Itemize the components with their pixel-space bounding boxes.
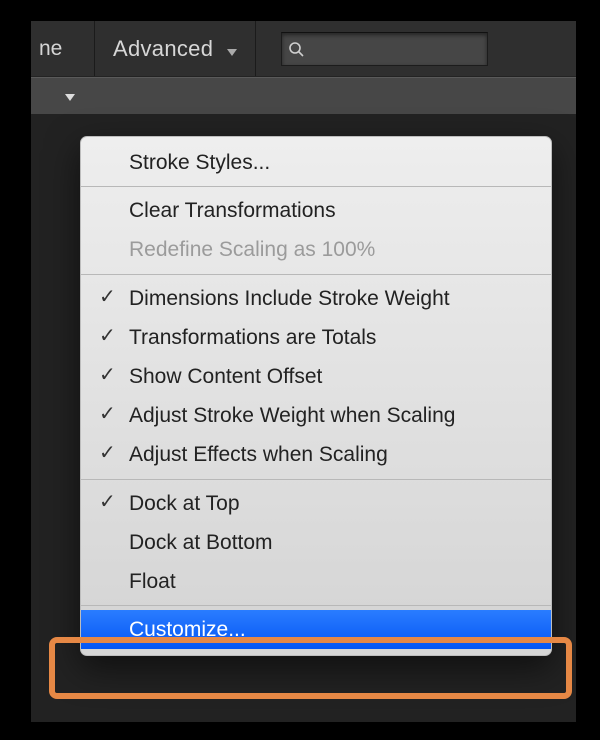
menu-item-label: Float xyxy=(129,570,176,593)
control-panel-flyout-menu: Stroke Styles... Clear Transformations Red… xyxy=(80,136,552,656)
check-icon: ✓ xyxy=(99,363,116,387)
chevron-down-icon xyxy=(31,88,75,105)
menu-item-label: Show Content Offset xyxy=(129,365,322,388)
menu-item-label: Clear Transformations xyxy=(129,199,336,222)
annotation-highlight-box xyxy=(49,637,572,699)
check-icon: ✓ xyxy=(99,490,116,514)
menu-item[interactable]: ✓ Dock at Top xyxy=(81,484,551,523)
menu-separator xyxy=(81,274,551,275)
menu-item: Redefine Scaling as 100% xyxy=(81,230,551,269)
menu-item[interactable]: Clear Transformations xyxy=(81,191,551,230)
workspace-label: Advanced xyxy=(113,36,213,62)
menu-item-label: Adjust Stroke Weight when Scaling xyxy=(129,404,455,427)
search-input[interactable] xyxy=(281,32,488,66)
topbar-divider xyxy=(255,21,256,76)
menu-item-label: Adjust Effects when Scaling xyxy=(129,443,388,466)
check-icon: ✓ xyxy=(99,402,116,426)
check-icon: ✓ xyxy=(99,285,116,309)
menu-separator xyxy=(81,605,551,606)
menu-item-label: Dock at Top xyxy=(129,492,240,515)
search-wrap xyxy=(281,32,488,66)
menu-item[interactable]: ✓ Transformations are Totals xyxy=(81,318,551,357)
search-icon xyxy=(282,41,310,57)
menu-item[interactable]: ✓ Adjust Stroke Weight when Scaling xyxy=(81,396,551,435)
check-icon: ✓ xyxy=(99,441,116,465)
menu-item-label: Redefine Scaling as 100% xyxy=(129,238,375,261)
check-icon: ✓ xyxy=(99,324,116,348)
menu-item-label: Stroke Styles... xyxy=(129,151,270,174)
menu-item[interactable]: ✓ Dimensions Include Stroke Weight xyxy=(81,279,551,318)
menu-item[interactable]: Float xyxy=(81,562,551,601)
menu-item[interactable]: Dock at Bottom xyxy=(81,523,551,562)
menu-item[interactable]: Stroke Styles... xyxy=(81,143,551,182)
menu-separator xyxy=(81,479,551,480)
menu-item-label: Dimensions Include Stroke Weight xyxy=(129,287,450,310)
chevron-down-icon xyxy=(227,36,237,62)
topbar-truncated-item[interactable]: ne xyxy=(31,21,94,76)
menu-item-label: Dock at Bottom xyxy=(129,531,273,554)
app-topbar: ne Advanced xyxy=(31,21,576,77)
workspace-switcher-button[interactable]: Advanced xyxy=(95,21,255,76)
control-panel-bar[interactable] xyxy=(31,77,576,115)
menu-item[interactable]: ✓ Show Content Offset xyxy=(81,357,551,396)
screenshot-stage: ne Advanced Stroke S xyxy=(0,0,600,740)
menu-item[interactable]: ✓ Adjust Effects when Scaling xyxy=(81,435,551,474)
menu-item-label: Transformations are Totals xyxy=(129,326,376,349)
menu-separator xyxy=(81,186,551,187)
